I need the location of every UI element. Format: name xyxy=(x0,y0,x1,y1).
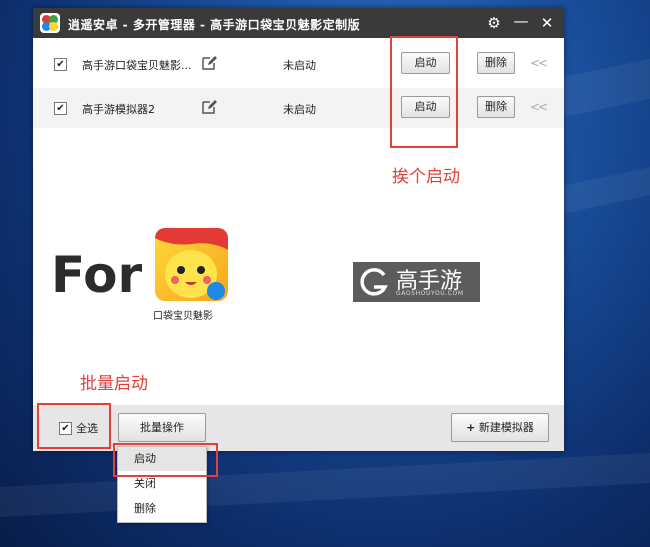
instance-row: ✔ 高手游模拟器2 未启动 启动 删除 << xyxy=(33,88,564,128)
select-all-highlight xyxy=(37,403,111,449)
plus-icon: + xyxy=(466,421,476,434)
start-buttons-highlight xyxy=(390,36,458,148)
instance-row: ✔ 高手游口袋宝贝魅影... 未启动 启动 删除 << xyxy=(33,44,564,84)
close-icon[interactable]: ✕ xyxy=(538,14,556,32)
delete-button[interactable]: 删除 xyxy=(477,52,515,74)
instance-status: 未启动 xyxy=(283,59,316,72)
brand-logo: 高手游 GAOSHOUYOU.COM xyxy=(353,262,480,302)
instance-status: 未启动 xyxy=(283,103,316,116)
instance-checkbox[interactable]: ✔ xyxy=(54,58,67,71)
instance-checkbox[interactable]: ✔ xyxy=(54,102,67,115)
brand-g-icon xyxy=(360,268,388,296)
gear-icon[interactable]: ⚙ xyxy=(485,14,503,32)
game-icon xyxy=(155,228,228,301)
batch-operation-button[interactable]: 批量操作 xyxy=(118,413,206,442)
edit-icon[interactable] xyxy=(201,99,217,115)
wallpaper-streak xyxy=(0,452,650,518)
menu-item-delete[interactable]: 删除 xyxy=(118,497,206,521)
title-bar: 逍遥安卓 - 多开管理器 - 高手游口袋宝贝魅影定制版 ⚙ — ✕ xyxy=(33,8,564,38)
new-simulator-label: 新建模拟器 xyxy=(478,421,534,434)
collapse-icon[interactable]: << xyxy=(530,56,548,70)
instance-name: 高手游模拟器2 xyxy=(82,103,155,116)
collapse-icon[interactable]: << xyxy=(530,100,548,114)
for-text: For xyxy=(51,246,143,304)
instance-name: 高手游口袋宝贝魅影... xyxy=(82,59,192,72)
batch-start-annotation: 批量启动 xyxy=(80,374,148,394)
brand-domain: GAOSHOUYOU.COM xyxy=(396,290,464,297)
minimize-icon[interactable]: — xyxy=(512,12,530,30)
delete-button[interactable]: 删除 xyxy=(477,96,515,118)
menu-start-highlight xyxy=(113,443,218,477)
edit-icon[interactable] xyxy=(201,55,217,71)
start-each-annotation: 挨个启动 xyxy=(392,167,460,187)
game-name: 口袋宝贝魅影 xyxy=(153,311,213,322)
new-simulator-button[interactable]: + 新建模拟器 xyxy=(451,413,549,442)
app-logo-icon xyxy=(40,13,60,33)
window-title: 逍遥安卓 - 多开管理器 - 高手游口袋宝贝魅影定制版 xyxy=(68,18,361,32)
